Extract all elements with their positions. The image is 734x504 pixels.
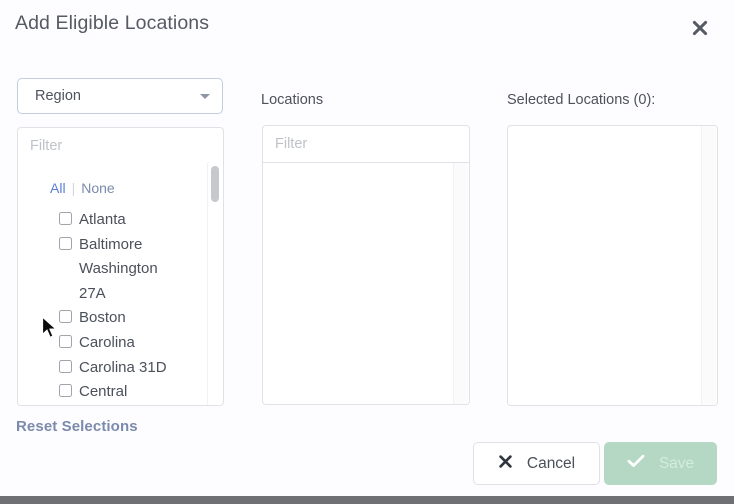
checkbox-icon[interactable]	[59, 359, 72, 373]
cancel-button[interactable]: Cancel	[473, 442, 600, 485]
x-icon	[498, 454, 513, 474]
checkbox-icon[interactable]	[59, 310, 72, 324]
close-button[interactable]	[686, 14, 714, 42]
list-item[interactable]: Central	[18, 380, 210, 405]
list-item[interactable]: Boston	[18, 306, 210, 331]
check-icon	[627, 453, 645, 474]
list-item[interactable]: Atlanta	[18, 208, 210, 233]
list-item-label: Baltimore Washington 27A	[79, 235, 158, 302]
locations-filter-input[interactable]	[262, 125, 470, 163]
link-separator: |	[71, 180, 76, 196]
select-none-link[interactable]: None	[81, 180, 114, 196]
selected-locations-heading: Selected Locations (0):	[507, 92, 656, 108]
selected-locations-list	[507, 125, 718, 406]
region-option-list: All | None Atlanta Baltimore Washington 27…	[17, 163, 224, 406]
close-x-icon	[690, 18, 710, 38]
select-all-link[interactable]: All	[50, 180, 66, 196]
region-dropdown[interactable]: Region	[17, 78, 223, 114]
region-options: Atlanta Baltimore Washington 27A Boston …	[18, 208, 210, 405]
select-all-none-row: All | None	[50, 180, 115, 196]
list-item-label: Atlanta	[79, 211, 126, 228]
selected-locations-scrollbar[interactable]	[701, 126, 716, 405]
region-list-scrollbar-thumb[interactable]	[211, 166, 219, 202]
checkbox-icon[interactable]	[59, 384, 72, 398]
list-item-label: Carolina	[79, 333, 135, 351]
region-list-scrollbar[interactable]	[207, 163, 222, 405]
region-option-list-inner: All | None Atlanta Baltimore Washington 27…	[18, 163, 210, 405]
locations-heading: Locations	[261, 92, 324, 108]
save-button[interactable]: Save	[604, 442, 717, 485]
list-item-label: Boston	[79, 309, 126, 327]
list-item[interactable]: Carolina 31D	[18, 356, 210, 381]
checkbox-icon[interactable]	[59, 334, 72, 348]
chevron-down-icon	[200, 94, 210, 99]
locations-list-scrollbar[interactable]	[453, 163, 468, 404]
list-item[interactable]: Baltimore Washington 27A	[18, 233, 210, 307]
checkbox-icon[interactable]	[59, 212, 72, 225]
region-dropdown-value: Region	[35, 88, 81, 104]
checkbox-icon[interactable]	[59, 236, 72, 250]
region-filter-input[interactable]	[17, 127, 224, 164]
save-button-label: Save	[658, 454, 695, 472]
bottom-bar	[0, 496, 734, 504]
list-item-label: Central	[79, 383, 128, 401]
locations-list	[262, 163, 470, 405]
page-title: Add Eligible Locations	[15, 12, 210, 34]
list-item[interactable]: Carolina	[18, 331, 210, 356]
add-eligible-locations-dialog: Add Eligible Locations Region All | None A…	[0, 0, 734, 496]
reset-selections-link[interactable]: Reset Selections	[16, 418, 138, 435]
cancel-button-label: Cancel	[526, 454, 576, 472]
list-item-label: Carolina 31D	[79, 358, 167, 376]
